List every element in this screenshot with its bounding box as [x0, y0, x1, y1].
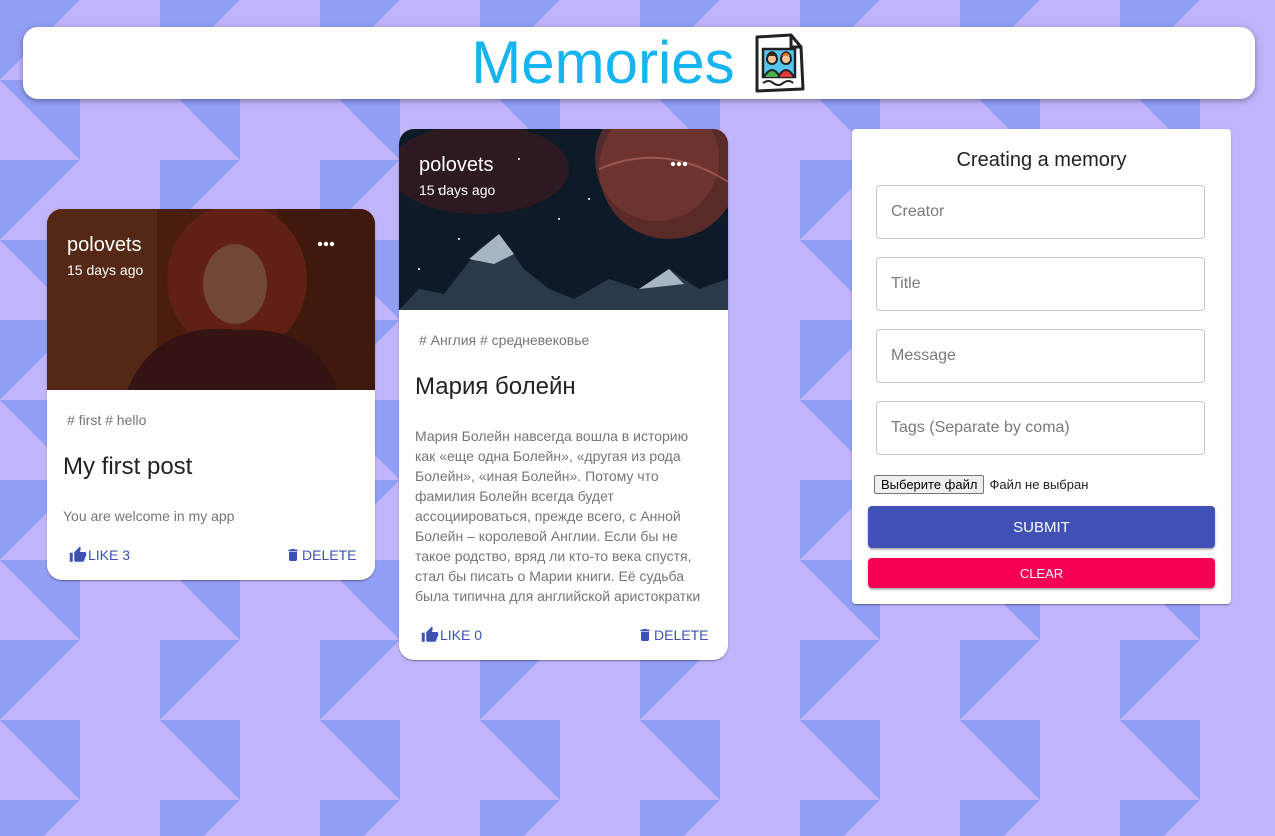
post-title: My first post — [63, 453, 193, 480]
post-message: Мария Болейн навсегда вошла в историю ка… — [415, 428, 701, 604]
tags-field[interactable] — [876, 401, 1205, 455]
post-card: polovets 15 days ago # Англия # средневе… — [399, 129, 728, 660]
post-card: polovets 15 days ago # first # hello My … — [47, 209, 375, 580]
delete-button[interactable]: DELETE — [637, 626, 708, 644]
more-options-icon[interactable] — [670, 161, 688, 167]
clear-button[interactable]: CLEAR — [868, 558, 1215, 588]
file-input: Выберите файл Файл не выбран — [874, 475, 1088, 494]
post-image: polovets 15 days ago — [399, 129, 728, 310]
thumb-up-icon — [69, 546, 87, 562]
post-creator: polovets — [67, 234, 142, 256]
post-time: 15 days ago — [67, 262, 144, 278]
thumb-up-icon — [421, 626, 439, 642]
post-title: Мария болейн — [415, 373, 576, 400]
post-tags: # Англия # средневековье — [419, 332, 590, 348]
like-label: LIKE 3 — [88, 547, 131, 563]
message-field[interactable] — [876, 329, 1205, 383]
delete-label: DELETE — [302, 547, 357, 563]
trash-icon — [640, 629, 650, 641]
create-memory-form: Creating a memory Выберите файл Файл не … — [852, 129, 1231, 604]
title-field[interactable] — [876, 257, 1205, 311]
app-header: Memories — [23, 27, 1255, 99]
trash-icon — [288, 549, 298, 561]
submit-button[interactable]: SUBMIT — [868, 506, 1215, 548]
delete-button[interactable]: DELETE — [285, 546, 356, 564]
post-tags: # first # hello — [67, 412, 147, 428]
post-creator: polovets — [419, 154, 494, 176]
choose-file-button[interactable]: Выберите файл — [874, 475, 985, 494]
like-button[interactable]: LIKE 3 — [69, 546, 130, 564]
post-message: You are welcome in my app — [63, 508, 235, 524]
delete-label: DELETE — [654, 627, 709, 643]
form-heading: Creating a memory — [956, 149, 1127, 171]
app-title: Memories — [471, 29, 735, 96]
creator-field[interactable] — [876, 185, 1205, 239]
post-time: 15 days ago — [419, 182, 496, 198]
like-button[interactable]: LIKE 0 — [421, 626, 482, 644]
post-image: polovets 15 days ago — [47, 209, 375, 390]
like-label: LIKE 0 — [440, 627, 483, 643]
more-options-icon[interactable] — [317, 241, 335, 247]
memories-photo-icon — [755, 33, 805, 93]
file-status: Файл не выбран — [989, 477, 1089, 492]
